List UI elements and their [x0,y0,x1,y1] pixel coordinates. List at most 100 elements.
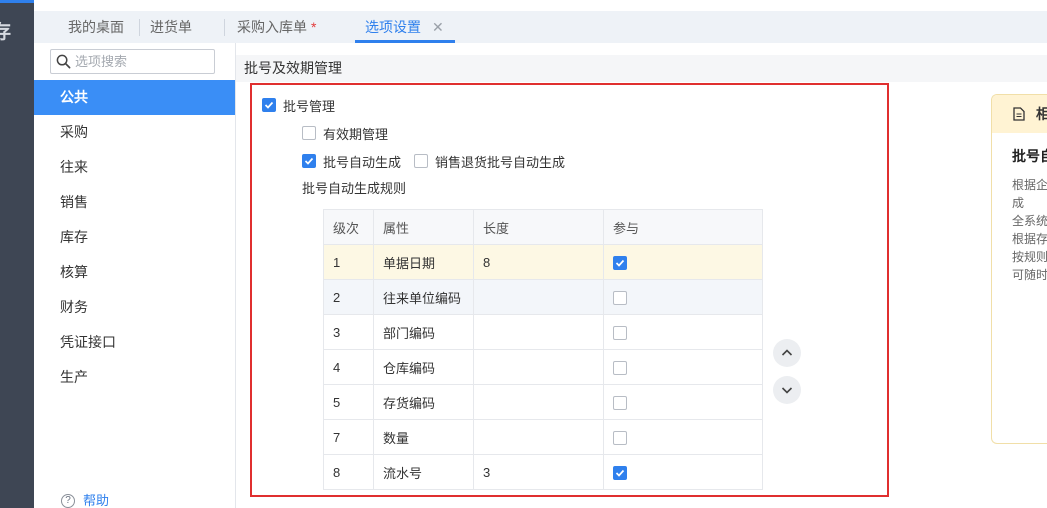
search-input[interactable] [75,51,211,72]
cell-level: 1 [323,244,374,280]
table-row[interactable]: 1 单据日期 8 [323,244,763,280]
tab-label: 采购入库单 [237,19,307,35]
option-label: 销售退货批号自动生成 [435,154,566,170]
tab-options-settings[interactable]: 选项设置 ✕ [365,11,444,43]
highlighted-settings-region: 批号管理 有效期管理 批号自动生成 销售退货批号自动生成 批号自动生成规则 级次… [250,83,889,497]
info-panel-body: 根据企 成 全系统 根据存 按规则 可随时 [1012,176,1047,284]
nav-item-purchase[interactable]: 采购 [34,115,235,150]
cell-included [603,349,763,385]
option-sales-return-batch-auto-generate[interactable]: 销售退货批号自动生成 [414,152,565,170]
table-row[interactable]: 4 仓库编码 [323,349,763,385]
tab-label: 我的桌面 [68,19,124,35]
option-label: 有效期管理 [323,126,389,142]
nav-list: 公共 采购 往来 销售 库存 核算 财务 凭证接口 生产 [34,80,235,395]
info-panel-header-text: 相 [1036,95,1047,133]
question-circle-icon: ? [61,494,75,508]
nav-item-inventory[interactable]: 库存 [34,220,235,255]
cell-length[interactable] [473,384,604,420]
include-checkbox[interactable] [613,290,627,305]
cell-attribute: 往来单位编码 [373,279,474,315]
column-header-length[interactable]: 长度 [473,209,604,245]
chevron-down-icon [781,387,793,394]
cell-included [603,244,763,280]
help-label: 帮助 [83,493,110,508]
nav-item-public[interactable]: 公共 [34,80,235,115]
cell-level: 5 [323,384,374,420]
info-line: 根据企 [1012,178,1047,192]
cell-length[interactable] [473,349,604,385]
tab-purchase-order[interactable]: 进货单 [150,11,192,43]
sales-return-batch-checkbox[interactable] [414,154,428,168]
table-row[interactable]: 8 流水号 3 [323,454,763,490]
option-label: 批号管理 [283,98,336,114]
cell-length[interactable]: 3 [473,454,604,490]
expiry-management-checkbox[interactable] [302,126,316,140]
include-checkbox[interactable] [613,360,627,375]
info-line: 全系统 [1012,214,1047,228]
tab-purchase-receipt[interactable]: 采购入库单 * [237,11,316,43]
rule-table-title: 批号自动生成规则 [302,181,407,196]
cell-level: 4 [323,349,374,385]
table-row[interactable]: 7 数量 [323,419,763,455]
nav-item-finance[interactable]: 财务 [34,290,235,325]
table-row[interactable]: 5 存货编码 [323,384,763,420]
nav-item-costing[interactable]: 核算 [34,255,235,290]
nav-item-voucher-interface[interactable]: 凭证接口 [34,325,235,360]
nav-item-sales[interactable]: 销售 [34,185,235,220]
move-down-button[interactable] [773,376,801,404]
cell-attribute: 流水号 [373,454,474,490]
cell-included [603,314,763,350]
cell-length[interactable] [473,314,604,350]
column-header-attribute[interactable]: 属性 [373,209,474,245]
option-label: 批号自动生成 [323,154,402,170]
batch-rule-table: 级次 属性 长度 参与 1 单据日期 8 2 往来单位编码 3 部门编码 4 仓… [323,209,763,490]
cell-attribute: 存货编码 [373,384,474,420]
nav-item-production[interactable]: 生产 [34,360,235,395]
unsaved-mark: * [311,19,317,35]
cell-length[interactable] [473,419,604,455]
include-checkbox[interactable] [613,465,627,480]
option-batch-management[interactable]: 批号管理 [262,96,335,114]
column-header-level[interactable]: 级次 [323,209,374,245]
cell-included [603,419,763,455]
tab-label: 选项设置 [365,19,421,35]
cell-length[interactable]: 8 [473,244,604,280]
close-icon[interactable]: ✕ [432,19,444,35]
chevron-up-icon [781,349,793,356]
top-strip [34,0,1047,11]
move-up-button[interactable] [773,339,801,367]
option-batch-auto-generate[interactable]: 批号自动生成 [302,152,401,170]
info-line: 成 [1012,196,1025,210]
table-row[interactable]: 3 部门编码 [323,314,763,350]
table-row[interactable]: 2 往来单位编码 [323,279,763,315]
info-line: 可随时 [1012,268,1047,282]
include-checkbox[interactable] [613,430,627,445]
info-panel-title: 批号自 [1012,148,1047,164]
check-icon [264,101,274,109]
nav-item-contacts[interactable]: 往来 [34,150,235,185]
include-checkbox[interactable] [613,325,627,340]
include-checkbox[interactable] [613,255,627,270]
app-menu-glyph[interactable]: 存 [0,22,11,44]
help-link[interactable]: ? 帮助 [61,494,109,508]
tab-desktop[interactable]: 我的桌面 [68,11,124,43]
options-search-box[interactable] [50,49,215,74]
batch-auto-generate-checkbox[interactable] [302,154,316,168]
cell-included [603,279,763,315]
column-header-included[interactable]: 参与 [603,209,763,245]
active-indicator [0,0,34,3]
document-icon [1013,107,1025,121]
tab-label: 进货单 [150,19,192,35]
cell-attribute: 数量 [373,419,474,455]
table-header-row: 级次 属性 长度 参与 [323,209,763,245]
info-line: 按规则 [1012,250,1047,264]
cell-attribute: 部门编码 [373,314,474,350]
check-icon [304,157,314,165]
option-expiry-management[interactable]: 有效期管理 [302,124,388,142]
search-icon [56,54,71,69]
cell-length[interactable] [473,279,604,315]
include-checkbox[interactable] [613,395,627,410]
section-title: 批号及效期管理 [244,60,342,76]
cell-level: 2 [323,279,374,315]
batch-management-checkbox[interactable] [262,98,276,112]
